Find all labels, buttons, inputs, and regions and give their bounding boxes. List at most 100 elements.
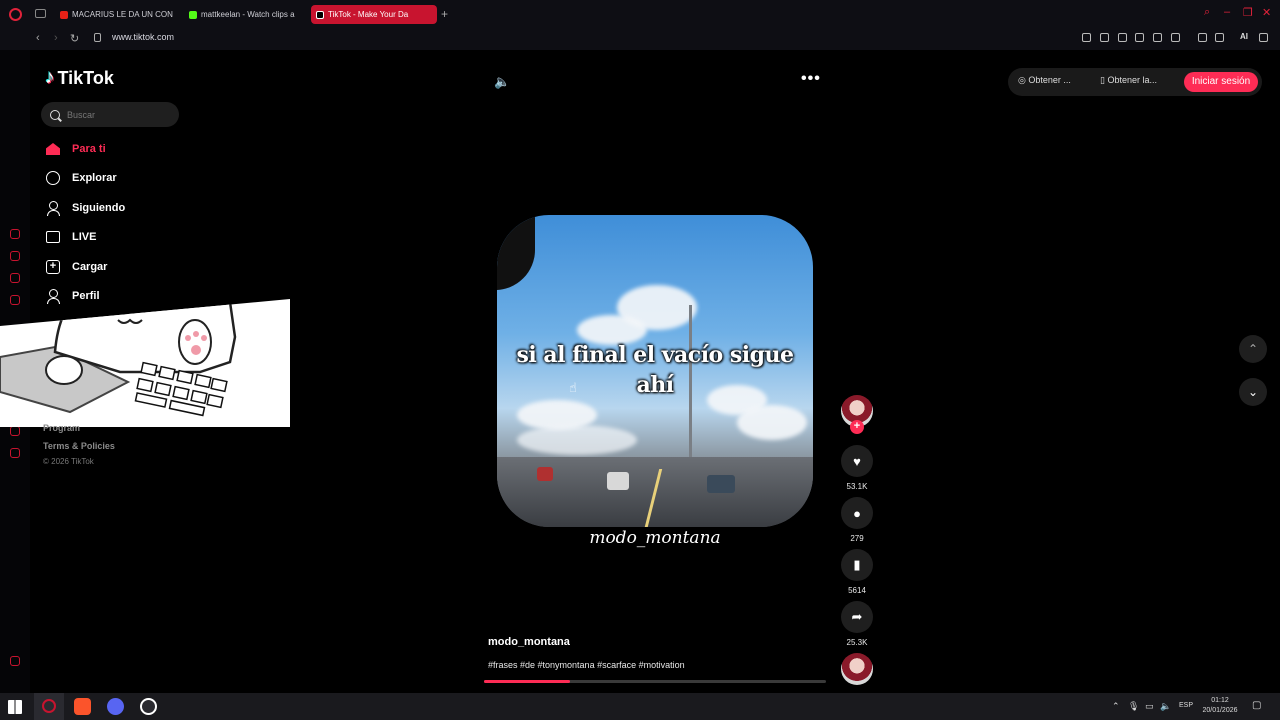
footer-program-link[interactable]: Program bbox=[43, 423, 80, 433]
address-bar: ‹ › ↻ www.tiktok.com AI bbox=[0, 28, 1280, 50]
nav-label: Para ti bbox=[72, 143, 106, 155]
back-icon[interactable]: ‹ bbox=[36, 32, 40, 44]
microphone-icon[interactable]: 🎙 bbox=[1128, 701, 1139, 712]
nav-perfil[interactable]: Perfil bbox=[45, 286, 100, 306]
tray-chevron-icon[interactable]: ⌃ bbox=[1112, 701, 1120, 712]
share-button[interactable]: ➦ bbox=[841, 601, 873, 633]
footer-terms-link[interactable]: Terms & Policies bbox=[43, 441, 115, 451]
new-tab-button[interactable]: + bbox=[441, 7, 448, 21]
video-progress-fill bbox=[484, 680, 570, 683]
tab-tiktok[interactable]: TikTok - Make Your Da bbox=[311, 5, 437, 24]
nav-label: Cargar bbox=[72, 261, 108, 273]
video-watermark: modo_montana bbox=[589, 528, 721, 548]
snapshot-icon[interactable] bbox=[1100, 33, 1109, 42]
chevron-up-icon: ⌃ bbox=[1247, 342, 1259, 356]
shield-icon[interactable] bbox=[1118, 33, 1127, 42]
sound-avatar[interactable] bbox=[841, 653, 873, 685]
aria-ai-button[interactable]: AI bbox=[1240, 32, 1248, 41]
wallet-icon[interactable] bbox=[1198, 33, 1207, 42]
close-window-button[interactable]: ✕ bbox=[1262, 6, 1271, 19]
reload-icon[interactable]: ↻ bbox=[70, 32, 79, 45]
tiktok-icon bbox=[316, 10, 324, 19]
sidebar-app-icon[interactable] bbox=[10, 295, 20, 305]
nav-explorar[interactable]: Explorar bbox=[45, 168, 117, 188]
url-field[interactable]: www.tiktok.com bbox=[112, 32, 174, 42]
save-button[interactable]: ▮ bbox=[841, 549, 873, 581]
car bbox=[707, 475, 735, 493]
truck bbox=[537, 467, 553, 481]
sidebar-app-icon[interactable] bbox=[10, 273, 20, 283]
language-indicator[interactable]: ESP bbox=[1179, 702, 1193, 709]
login-button[interactable]: Iniciar sesión bbox=[1184, 72, 1258, 92]
brave-icon[interactable] bbox=[74, 698, 91, 715]
play-icon[interactable] bbox=[1153, 33, 1162, 42]
more-options-icon[interactable]: ••• bbox=[801, 70, 821, 88]
minimize-button[interactable]: – bbox=[1224, 6, 1230, 18]
nav-label: Siguiendo bbox=[72, 202, 126, 214]
sidebar-app-icon[interactable] bbox=[10, 251, 20, 261]
download-icon[interactable] bbox=[1215, 33, 1224, 42]
sidebar-app-icon[interactable] bbox=[10, 229, 20, 239]
mouse-cursor-icon: ☝ bbox=[569, 380, 577, 395]
video-shadow bbox=[497, 215, 535, 290]
tab-youtube[interactable]: MACARIUS LE DA UN CON bbox=[55, 5, 173, 24]
tab-kick[interactable]: mattkeelan - Watch clips a bbox=[184, 5, 302, 24]
nav-label: LIVE bbox=[72, 231, 97, 243]
clock-date[interactable]: 20/01/2026 bbox=[1198, 707, 1242, 714]
heart-icon[interactable] bbox=[1171, 33, 1180, 42]
sidebar-app-icon[interactable] bbox=[10, 656, 20, 666]
video-player[interactable]: si al final el vacío sigue ahí bbox=[497, 215, 813, 527]
windows-start-icon[interactable] bbox=[8, 700, 22, 714]
nav-cargar[interactable]: + Cargar bbox=[45, 257, 107, 277]
network-icon[interactable]: ▭ bbox=[1145, 701, 1154, 712]
like-button[interactable]: ♥ bbox=[841, 445, 873, 477]
taskbar-opera[interactable] bbox=[34, 693, 64, 720]
pill-label: Obtener la... bbox=[1107, 75, 1157, 85]
notifications-icon[interactable]: ▢ bbox=[1252, 700, 1261, 711]
forward-icon[interactable]: › bbox=[54, 32, 58, 44]
copyright-text: © 2026 TikTok bbox=[43, 457, 94, 466]
clock-time[interactable]: 01:12 bbox=[1200, 697, 1240, 704]
nav-para-ti[interactable]: Para ti bbox=[45, 139, 106, 159]
tiktok-note-icon: ♪ bbox=[45, 67, 55, 88]
volume-tray-icon[interactable]: 🔈 bbox=[1160, 701, 1171, 712]
cloud bbox=[517, 425, 637, 455]
maximize-button[interactable]: ❐ bbox=[1243, 6, 1253, 19]
tiktok-logo[interactable]: ♪ TikTok bbox=[45, 67, 114, 89]
nav-live[interactable]: LIVE bbox=[45, 227, 96, 247]
comment-button[interactable]: ● bbox=[841, 497, 873, 529]
video-author[interactable]: modo_montana bbox=[488, 636, 570, 648]
video-hashtags[interactable]: #frases #de #tonymontana #scarface #moti… bbox=[488, 660, 685, 670]
discord-icon[interactable] bbox=[107, 698, 124, 715]
upload-icon: + bbox=[45, 259, 61, 275]
translate-icon[interactable] bbox=[1135, 33, 1144, 42]
share-count: 25.3K bbox=[846, 638, 868, 647]
pin-icon[interactable] bbox=[1082, 33, 1091, 42]
home-icon bbox=[45, 141, 61, 157]
nav-label: Explorar bbox=[72, 172, 117, 184]
tab-label: TikTok - Make Your Da bbox=[328, 10, 409, 19]
nav-siguiendo[interactable]: Siguiendo bbox=[45, 198, 125, 218]
follow-plus-icon[interactable]: + bbox=[850, 420, 864, 434]
get-coins-button[interactable]: ◎ Obtener ... bbox=[1018, 75, 1071, 86]
windows-taskbar: ⌃ 🎙 ▭ 🔈 ESP 01:12 20/01/2026 ▢ bbox=[0, 693, 1280, 720]
browser-tab-bar: MACARIUS LE DA UN CON mattkeelan - Watch… bbox=[0, 0, 1280, 28]
video-progress-bar[interactable] bbox=[484, 680, 826, 683]
tab-label: mattkeelan - Watch clips a bbox=[201, 10, 295, 19]
workspace-icon[interactable] bbox=[35, 9, 46, 18]
menu-icon[interactable] bbox=[1259, 33, 1268, 42]
volume-icon[interactable]: 🔈 bbox=[494, 74, 510, 90]
obs-icon[interactable] bbox=[140, 698, 157, 715]
profile-icon bbox=[45, 288, 61, 304]
search-input[interactable] bbox=[67, 109, 167, 120]
get-app-button[interactable]: ▯ Obtener la... bbox=[1100, 75, 1157, 86]
settings-icon[interactable] bbox=[10, 448, 20, 458]
previous-video-button[interactable]: ⌃ bbox=[1239, 335, 1267, 363]
search-tabs-icon[interactable]: ⌕ bbox=[1204, 6, 1210, 19]
search-box[interactable] bbox=[41, 102, 179, 127]
sidebar-app-icon[interactable] bbox=[10, 426, 20, 436]
next-video-button[interactable]: ⌄ bbox=[1239, 378, 1267, 406]
chevron-down-icon: ⌄ bbox=[1247, 385, 1259, 399]
opera-menu-icon[interactable] bbox=[9, 8, 22, 21]
video-caption: si al final el vacío sigue ahí bbox=[516, 342, 794, 398]
